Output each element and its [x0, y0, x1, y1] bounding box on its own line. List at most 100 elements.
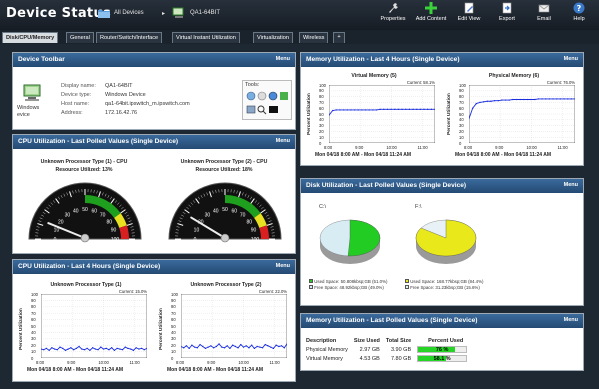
- data-point: [256, 345, 258, 348]
- y-tick-label: 40: [31, 329, 36, 335]
- y-tick-label: 60: [171, 317, 176, 323]
- windows-device-icon: [23, 84, 41, 101]
- data-point: [105, 347, 107, 349]
- tools-icons: [246, 91, 288, 115]
- export-button[interactable]: Export: [490, 2, 524, 22]
- legend-swatch: [309, 279, 313, 283]
- properties-button[interactable]: Properties: [376, 2, 410, 22]
- data-point: [559, 98, 561, 100]
- terminal-tool-icon[interactable]: [269, 106, 278, 113]
- data-point: [537, 98, 540, 100]
- panel-menu-button[interactable]: Menu: [564, 317, 578, 323]
- legend-swatch: [405, 279, 409, 283]
- tab-disk-cpu-memory[interactable]: Disk/CPU/Memory: [2, 32, 59, 43]
- tab-virtual-instant-utilization[interactable]: Virtual Instant Utilization: [172, 32, 240, 43]
- data-point: [512, 98, 514, 101]
- panel-title: Disk Utilization - Last Polled Values (S…: [306, 182, 467, 189]
- data-point: [270, 346, 272, 348]
- y-tick-label: 10: [459, 134, 464, 140]
- data-point: [379, 108, 381, 110]
- edit-view-button[interactable]: Edit View: [452, 2, 486, 22]
- panel-title: CPU Utilization - Last 4 Hours (Single D…: [18, 263, 161, 270]
- y-tick-label: 50: [171, 323, 176, 329]
- tab-general[interactable]: General: [66, 32, 94, 43]
- y-tick-label: 20: [31, 342, 36, 348]
- tab-router-switch-interface[interactable]: Router/Switch/Interface: [96, 32, 163, 43]
- export-label: Export: [499, 16, 515, 22]
- data-point: [185, 345, 188, 347]
- web-tool-icon[interactable]: [268, 91, 278, 101]
- data-point: [361, 109, 363, 111]
- device-toolbar-header: Device Toolbar Menu: [13, 53, 295, 67]
- y-tick-label: 50: [459, 111, 464, 117]
- y-tick-label: 100: [171, 291, 178, 297]
- data-point: [530, 98, 532, 101]
- panel-menu-button[interactable]: Menu: [564, 56, 578, 62]
- memory-line-chart-1: Virtual Memory (5) Current: 58.1% Percent …: [307, 73, 441, 165]
- tools-box: Tools:: [242, 80, 292, 120]
- gauge-tick-label: 10: [194, 228, 200, 234]
- y-tick-label: 80: [319, 94, 324, 100]
- email-button[interactable]: Email: [527, 2, 561, 22]
- data-point: [412, 108, 414, 110]
- data-point: [483, 101, 485, 103]
- export-icon: [502, 2, 512, 14]
- y-tick-label: 0: [319, 140, 322, 146]
- data-point: [41, 348, 42, 350]
- disk-header: Disk Utilization - Last Polled Values (S…: [301, 179, 583, 193]
- data-point: [490, 100, 492, 102]
- data-point: [390, 108, 392, 110]
- row-percent-cell: 58.1 %: [414, 354, 470, 363]
- data-point: [416, 108, 418, 110]
- ping-tool-icon[interactable]: [246, 91, 256, 101]
- search-tool-icon[interactable]: [257, 105, 267, 115]
- add-tab-button[interactable]: +: [333, 32, 345, 43]
- data-point: [210, 345, 212, 347]
- y-tick-label: 20: [319, 128, 324, 134]
- y-tick-label: 0: [31, 355, 34, 361]
- data-point: [51, 347, 53, 349]
- panel-menu-button[interactable]: Menu: [564, 182, 578, 188]
- add-content-button[interactable]: Add Content: [414, 2, 448, 22]
- breadcrumb-all-devices[interactable]: All Devices: [114, 10, 144, 16]
- data-point: [548, 98, 551, 100]
- legend-text: Free Space: 48.92kbsp;GB (49.0%): [314, 285, 384, 290]
- device-icon-caption-2: evice: [17, 112, 30, 118]
- data-point: [48, 349, 50, 351]
- y-tick-label: 100: [459, 82, 466, 88]
- y-tick-label: 60: [31, 317, 36, 323]
- legend-text: Used Space: 50.808kbsp;GB (51.0%): [314, 279, 388, 284]
- breadcrumb-separator-icon: ▸: [162, 11, 166, 17]
- disk-f-name: F:\: [415, 204, 422, 210]
- chart-xlabel: Mon 04/18 8:00 AM - Mon 04/18 11:24 AM: [315, 152, 412, 158]
- y-tick-label: 10: [171, 349, 176, 355]
- gauge-tick-label: 70: [240, 213, 246, 219]
- percent-bar: 76 %: [417, 346, 468, 353]
- page-title: Device Status: [6, 6, 112, 21]
- gauge-hub: [220, 233, 230, 243]
- panel-menu-button[interactable]: Menu: [276, 56, 290, 62]
- display-name-value: QA1-64BIT: [105, 83, 133, 89]
- breadcrumb-device[interactable]: QA1-64BIT: [190, 10, 220, 16]
- data-point: [111, 347, 113, 349]
- tab-virtualization[interactable]: Virtualization: [253, 32, 293, 43]
- data-point: [267, 345, 269, 347]
- memory-polled-panel: Memory Utilization - Last Polled Values …: [300, 313, 584, 371]
- computer-tool-icon[interactable]: [246, 105, 256, 114]
- data-point: [245, 345, 247, 347]
- network-tool-icon[interactable]: [280, 92, 288, 100]
- data-point: [339, 109, 341, 111]
- tab-wireless[interactable]: Wireless: [299, 32, 329, 43]
- data-point: [56, 349, 58, 351]
- data-point: [248, 347, 250, 349]
- y-tick-label: 50: [319, 111, 324, 117]
- data-point: [350, 109, 352, 111]
- trace-tool-icon[interactable]: [257, 91, 267, 101]
- chart-plot-area: [41, 294, 147, 358]
- panel-menu-button[interactable]: Menu: [276, 138, 290, 144]
- data-point: [116, 347, 118, 349]
- help-button[interactable]: ? Help: [562, 2, 596, 22]
- x-tick-label: 9:00: [207, 360, 216, 365]
- disk-c-used-legend: Used Space: 50.808kbsp;GB (51.0%): [309, 279, 387, 284]
- panel-menu-button[interactable]: Menu: [276, 263, 290, 269]
